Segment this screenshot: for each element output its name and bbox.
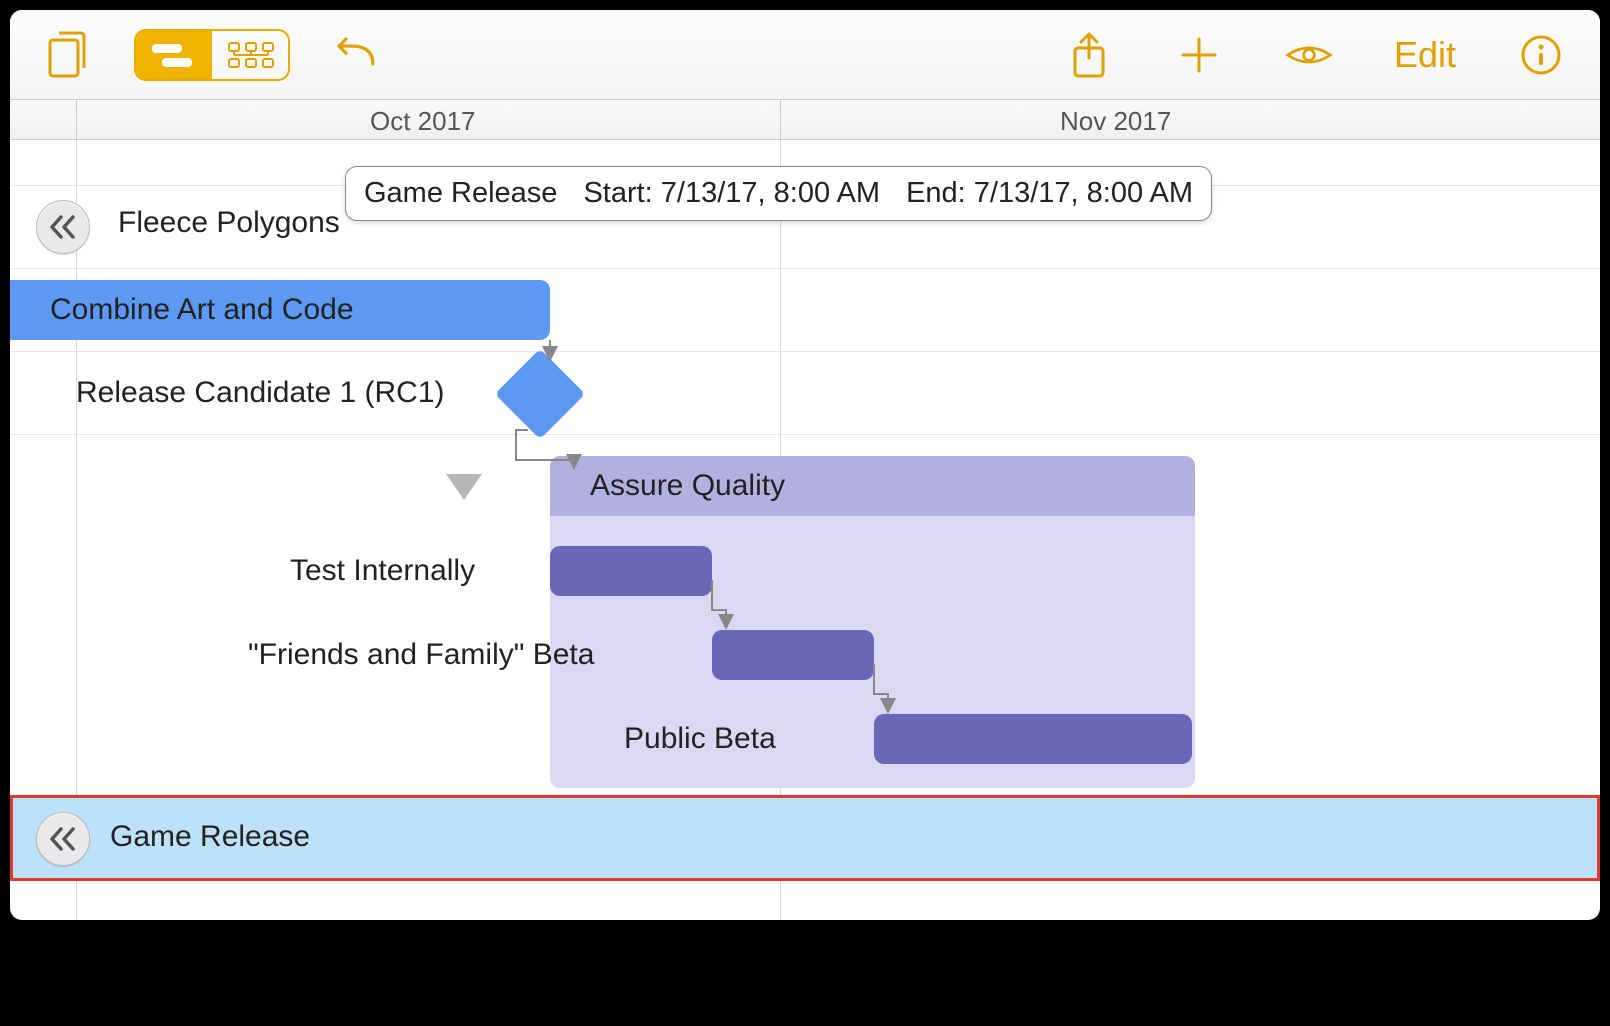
month-label-oct: Oct 2017: [370, 106, 476, 137]
gantt-chart[interactable]: Fleece Polygons Game Release Start: 7/13…: [10, 140, 1600, 920]
tooltip-title: Game Release: [364, 177, 557, 210]
task-label-ffbeta: "Friends and Family" Beta: [248, 638, 594, 672]
scroll-left-button[interactable]: [36, 812, 90, 866]
share-button[interactable]: [1064, 30, 1114, 80]
timeline-divider: [76, 100, 77, 139]
group-header[interactable]: Assure Quality: [550, 456, 1195, 516]
documents-button[interactable]: [44, 30, 94, 80]
view-button[interactable]: [1284, 30, 1334, 80]
info-button[interactable]: [1516, 30, 1566, 80]
task-label-release: Game Release: [110, 820, 310, 854]
task-label-fleece: Fleece Polygons: [118, 206, 340, 240]
task-tooltip: Game Release Start: 7/13/17, 8:00 AM End…: [345, 166, 1212, 221]
task-bar-test[interactable]: [550, 546, 712, 596]
tooltip-end: End: 7/13/17, 8:00 AM: [906, 177, 1193, 210]
task-bar-pbeta[interactable]: [874, 714, 1192, 764]
view-toggle[interactable]: [134, 29, 290, 81]
timeline-divider: [780, 100, 781, 139]
task-bar-combine[interactable]: Combine Art and Code: [10, 280, 550, 340]
task-label-rc1: Release Candidate 1 (RC1): [76, 376, 445, 410]
view-gantt-button[interactable]: [136, 31, 212, 79]
toolbar: Edit: [10, 10, 1600, 100]
collapse-triangle-icon[interactable]: [446, 474, 482, 500]
app-window: Edit Oct 2017 Nov 2017 Fleece Polygons G…: [10, 10, 1600, 920]
scroll-left-button[interactable]: [36, 200, 90, 254]
view-network-button[interactable]: [212, 31, 288, 79]
task-label-test: Test Internally: [290, 554, 475, 588]
task-label-combine: Combine Art and Code: [50, 293, 354, 327]
timeline-header[interactable]: Oct 2017 Nov 2017: [10, 100, 1600, 140]
undo-button[interactable]: [330, 30, 380, 80]
edit-button[interactable]: Edit: [1394, 34, 1456, 76]
task-label-pbeta: Public Beta: [624, 722, 776, 756]
tooltip-start: Start: 7/13/17, 8:00 AM: [583, 177, 880, 210]
add-button[interactable]: [1174, 30, 1224, 80]
month-label-nov: Nov 2017: [1060, 106, 1171, 137]
task-bar-ffbeta[interactable]: [712, 630, 874, 680]
group-label: Assure Quality: [590, 469, 785, 503]
